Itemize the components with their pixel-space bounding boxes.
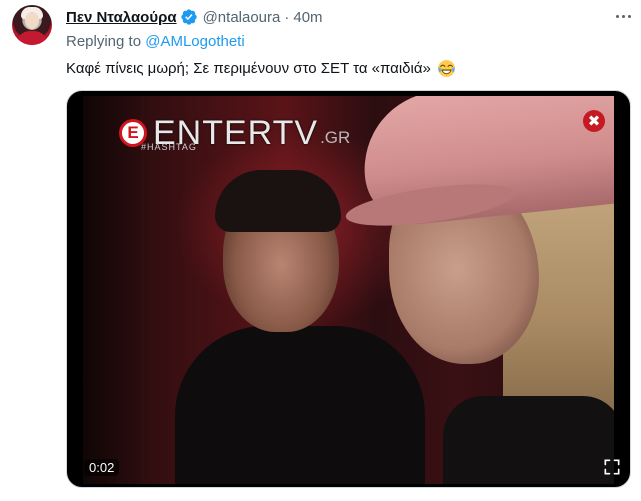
fullscreen-icon[interactable] [602, 457, 622, 477]
face-with-tears-of-joy-icon [437, 60, 455, 77]
more-options-icon[interactable] [612, 6, 634, 26]
tweet-time[interactable]: 40m [293, 9, 322, 26]
tweet-body: Καφέ πίνεις μωρή; Σε περιμένουν στο ΣΕΤ … [66, 60, 431, 77]
watermark-suffix: .GR [320, 128, 351, 147]
reply-mention-link[interactable]: @AMLogotheti [145, 33, 244, 50]
video-man-hair [215, 170, 341, 232]
avatar-body [16, 31, 48, 45]
tweet-header: Πεν Νταλαούρα @ntalaoura · 40m [66, 7, 323, 27]
watermark-tag: #HASHTAG [141, 142, 197, 152]
replying-to-prefix: Replying to [66, 33, 146, 50]
tweet-text: Καφέ πίνεις μωρή; Σε περιμένουν στο ΣΕΤ … [66, 59, 456, 78]
video-player[interactable]: E ENTERTV .GR #HASHTAG ✖ 0:02 [66, 90, 631, 488]
avatar[interactable] [12, 5, 52, 45]
author-name[interactable]: Πεν Νταλαούρα [66, 9, 177, 26]
video-man-body [175, 326, 425, 484]
channel-badge-icon: ✖ [583, 110, 605, 132]
more-dot [627, 14, 631, 18]
more-dot [615, 14, 619, 18]
replying-to: Replying to @AMLogotheti [66, 33, 245, 50]
header-separator: · [284, 8, 290, 26]
video-timestamp: 0:02 [84, 459, 120, 476]
video-frame[interactable]: E ENTERTV .GR #HASHTAG ✖ [83, 96, 614, 484]
avatar-face [25, 12, 39, 29]
more-dot [621, 14, 625, 18]
tweet[interactable]: Πεν Νταλαούρα @ntalaoura · 40m Replying … [0, 0, 641, 501]
verified-badge-icon [180, 9, 197, 25]
video-woman-top [443, 396, 614, 484]
author-handle[interactable]: @ntalaoura [203, 9, 281, 26]
